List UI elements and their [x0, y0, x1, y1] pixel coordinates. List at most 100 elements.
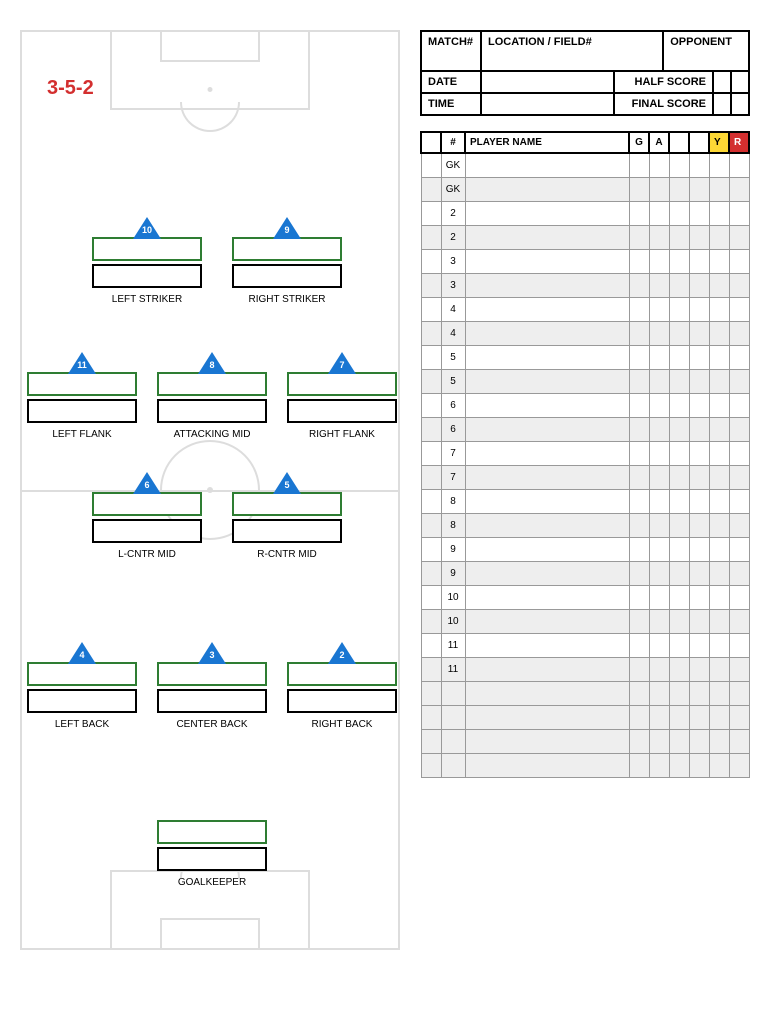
cell-name[interactable]	[465, 753, 629, 777]
cell-g[interactable]	[629, 249, 649, 273]
cell-num[interactable]: 3	[441, 249, 465, 273]
name-input[interactable]	[157, 662, 267, 686]
cell-y[interactable]	[709, 609, 729, 633]
name-input[interactable]	[287, 662, 397, 686]
cell-b2[interactable]	[689, 177, 709, 201]
cell-name[interactable]	[465, 729, 629, 753]
cell-b1[interactable]	[669, 513, 689, 537]
cell-r[interactable]	[729, 465, 749, 489]
cell-name[interactable]	[465, 417, 629, 441]
cell-name[interactable]	[465, 153, 629, 177]
cell-name[interactable]	[465, 609, 629, 633]
cell-g[interactable]	[629, 441, 649, 465]
cell-name[interactable]	[465, 657, 629, 681]
cell-g[interactable]	[629, 273, 649, 297]
pos-l-cntr-mid[interactable]: 6 L-CNTR MID	[92, 472, 202, 560]
cell-b2[interactable]	[689, 225, 709, 249]
pos-right-flank[interactable]: 7 RIGHT FLANK	[287, 352, 397, 440]
cell-a[interactable]	[649, 465, 669, 489]
cell-g[interactable]	[629, 537, 649, 561]
cell-r[interactable]	[729, 657, 749, 681]
cell-y[interactable]	[709, 249, 729, 273]
cell-name[interactable]	[465, 489, 629, 513]
cell-b2[interactable]	[689, 561, 709, 585]
cell-g[interactable]	[629, 297, 649, 321]
cell-a[interactable]	[649, 609, 669, 633]
cell-b2[interactable]	[689, 153, 709, 177]
cell-a[interactable]	[649, 249, 669, 273]
cell-r[interactable]	[729, 369, 749, 393]
cell-a[interactable]	[649, 441, 669, 465]
cell-b2[interactable]	[689, 297, 709, 321]
cell-g[interactable]	[629, 201, 649, 225]
name-input[interactable]	[92, 492, 202, 516]
cell-r[interactable]	[729, 585, 749, 609]
cell-r[interactable]	[729, 561, 749, 585]
name-input[interactable]	[27, 372, 137, 396]
cell-num[interactable]: 6	[441, 417, 465, 441]
name-input[interactable]	[157, 820, 267, 844]
cell-g[interactable]	[629, 465, 649, 489]
cell-y[interactable]	[709, 297, 729, 321]
cell-b1[interactable]	[669, 177, 689, 201]
cell-chk[interactable]	[421, 345, 441, 369]
cell-r[interactable]	[729, 345, 749, 369]
cell-y[interactable]	[709, 153, 729, 177]
cell-r[interactable]	[729, 609, 749, 633]
cell-num[interactable]: 3	[441, 273, 465, 297]
name-input-2[interactable]	[232, 519, 342, 543]
cell-b2[interactable]	[689, 369, 709, 393]
cell-a[interactable]	[649, 369, 669, 393]
cell-g[interactable]	[629, 729, 649, 753]
cell-a[interactable]	[649, 633, 669, 657]
cell-chk[interactable]	[421, 753, 441, 777]
cell-b2[interactable]	[689, 705, 709, 729]
cell-name[interactable]	[465, 633, 629, 657]
cell-b1[interactable]	[669, 609, 689, 633]
cell-y[interactable]	[709, 345, 729, 369]
cell-y[interactable]	[709, 201, 729, 225]
cell-b1[interactable]	[669, 705, 689, 729]
cell-b2[interactable]	[689, 537, 709, 561]
cell-r[interactable]	[729, 225, 749, 249]
cell-b2[interactable]	[689, 441, 709, 465]
cell-b1[interactable]	[669, 465, 689, 489]
cell-chk[interactable]	[421, 513, 441, 537]
cell-name[interactable]	[465, 441, 629, 465]
cell-b2[interactable]	[689, 633, 709, 657]
cell-b1[interactable]	[669, 297, 689, 321]
cell-g[interactable]	[629, 753, 649, 777]
name-input-2[interactable]	[157, 847, 267, 871]
cell-num[interactable]: 9	[441, 537, 465, 561]
cell-b2[interactable]	[689, 609, 709, 633]
name-input-2[interactable]	[92, 519, 202, 543]
cell-chk[interactable]	[421, 681, 441, 705]
name-input-2[interactable]	[287, 689, 397, 713]
cell-a[interactable]	[649, 393, 669, 417]
cell-b2[interactable]	[689, 753, 709, 777]
cell-b1[interactable]	[669, 657, 689, 681]
cell-b1[interactable]	[669, 393, 689, 417]
cell-b1[interactable]	[669, 153, 689, 177]
cell-name[interactable]	[465, 705, 629, 729]
cell-num[interactable]: 8	[441, 489, 465, 513]
cell-y[interactable]	[709, 273, 729, 297]
cell-num[interactable]: GK	[441, 177, 465, 201]
cell-name[interactable]	[465, 465, 629, 489]
cell-g[interactable]	[629, 705, 649, 729]
name-input[interactable]	[232, 492, 342, 516]
cell-y[interactable]	[709, 537, 729, 561]
cell-g[interactable]	[629, 417, 649, 441]
name-input-2[interactable]	[157, 399, 267, 423]
cell-y[interactable]	[709, 753, 729, 777]
cell-num[interactable]	[441, 753, 465, 777]
cell-num[interactable]: 10	[441, 609, 465, 633]
cell-b1[interactable]	[669, 417, 689, 441]
cell-g[interactable]	[629, 321, 649, 345]
cell-y[interactable]	[709, 441, 729, 465]
cell-r[interactable]	[729, 321, 749, 345]
cell-chk[interactable]	[421, 297, 441, 321]
cell-b1[interactable]	[669, 729, 689, 753]
name-input-2[interactable]	[92, 264, 202, 288]
cell-chk[interactable]	[421, 153, 441, 177]
